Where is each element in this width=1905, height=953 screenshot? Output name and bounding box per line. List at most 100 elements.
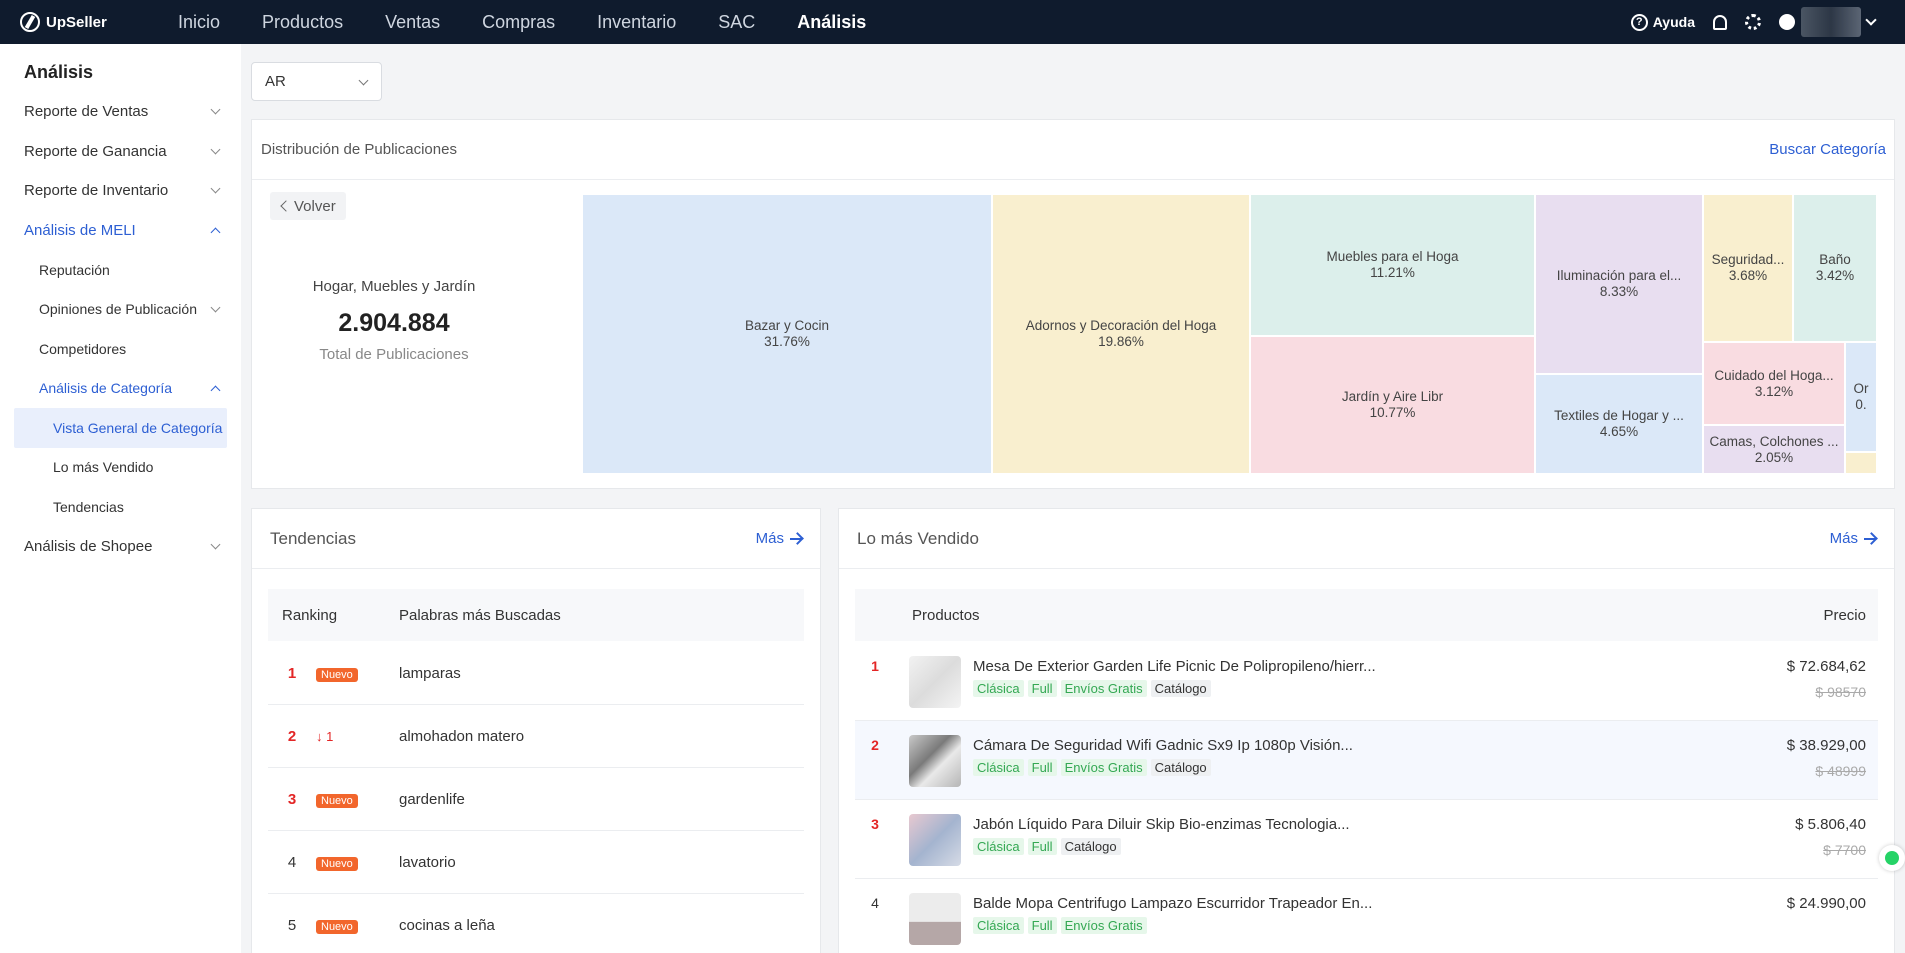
product-thumbnail [909,814,961,866]
gear-icon[interactable] [1745,14,1761,30]
sidebar-item-label: Reporte de Ganancia [24,142,167,160]
best-sellers-card: Lo más Vendido Más Productos Precio 1 Me… [838,508,1895,953]
table-row[interactable]: 5 Nuevo cocinas a leña [268,894,804,953]
back-button[interactable]: Volver [270,192,346,220]
summary-total: 2.904.884 [338,309,450,337]
rank-change: Nuevo [316,791,399,808]
product-old-price: $ 7700 [1823,842,1866,858]
user-icon [1779,14,1795,30]
tile-pct: 4.65% [1599,424,1639,439]
user-menu[interactable] [1779,7,1877,37]
rank-change: Nuevo [316,854,399,871]
product-name[interactable]: Balde Mopa Centrifugo Lampazo Escurridor… [973,895,1372,912]
user-name-blurred [1801,7,1861,37]
help-icon: ? [1630,13,1648,31]
topbar-actions: ? Ayuda [1630,0,1877,44]
table-row[interactable]: 4 Nuevo lavatorio [268,831,804,894]
product-name[interactable]: Jabón Líquido Para Diluir Skip Bio-enzim… [973,816,1350,833]
sidebar-item-label: Lo más Vendido [53,459,154,476]
product-name[interactable]: Mesa De Exterior Garden Life Picnic De P… [973,658,1376,675]
product-thumbnail [909,735,961,787]
treemap-tile[interactable]: Baño 3.42% [1793,194,1877,342]
sidebar-item-analisis-meli[interactable]: Análisis de MELI [0,211,241,251]
sidebar-item-tendencias[interactable]: Tendencias [0,487,241,527]
search-category-link[interactable]: Buscar Categoría [1769,141,1886,158]
keyword: lamparas [399,664,461,682]
treemap-tile[interactable]: Bazar y Cocin 31.76% [582,194,992,474]
trends-header: Tendencias Más [252,509,820,569]
tag-envios-gratis: Envíos Gratis [1060,759,1147,776]
sidebar-item-reputacion[interactable]: Reputación [0,250,241,290]
rank-number: 2 [287,727,297,745]
tag-envios-gratis: Envíos Gratis [1060,680,1147,697]
trends-more-link[interactable]: Más [756,530,802,547]
tile-pct: 3.42% [1815,268,1855,283]
new-badge: Nuevo [316,919,358,934]
treemap-tile[interactable]: Jardín y Aire Libr 10.77% [1250,336,1535,474]
sidebar-item-reporte-ventas[interactable]: Reporte de Ventas [0,92,241,132]
tile-name: Baño [1819,252,1851,267]
chevron-down-icon [210,144,221,154]
tile-pct: 3.68% [1728,268,1768,283]
chevron-down-icon [210,302,221,312]
best-sellers-more-link[interactable]: Más [1830,530,1876,547]
sidebar-item-opiniones[interactable]: Opiniones de Publicación [0,290,241,330]
keyword: lavatorio [399,853,456,871]
sidebar-item-analisis-shopee[interactable]: Análisis de Shopee [0,527,241,567]
nav-productos[interactable]: Productos [262,12,343,33]
keyword: cocinas a leña [399,916,495,934]
treemap-tile[interactable]: Cuidado del Hoga... 3.12% [1703,342,1845,425]
keyword: gardenlife [399,790,465,808]
table-row[interactable]: 2 ↓ 1 almohadon matero [268,705,804,768]
sidebar-item-vista-general[interactable]: Vista General de Categoría [14,408,227,448]
nav-analisis[interactable]: Análisis [797,12,866,33]
sidebar-item-competidores[interactable]: Competidores [0,329,241,369]
country-select[interactable]: AR [251,62,382,101]
treemap-tile[interactable]: Or 0. [1845,342,1877,452]
help-button[interactable]: ? Ayuda [1630,13,1695,31]
col-products: Productos [912,606,980,624]
nav-compras[interactable]: Compras [482,12,555,33]
nav-inicio[interactable]: Inicio [178,12,220,33]
sidebar-item-analisis-categoria[interactable]: Análisis de Categoría [0,369,241,409]
treemap-tile[interactable]: Camas, Colchones ... 2.05% [1703,425,1845,474]
product-row[interactable]: 1 Mesa De Exterior Garden Life Picnic De… [855,642,1878,721]
tile-name: Cuidado del Hoga... [1714,367,1834,383]
tag-full: Full [1027,838,1057,855]
chevron-down-icon [358,75,369,86]
whatsapp-chat-button[interactable] [1879,845,1905,871]
product-row[interactable]: 3 Jabón Líquido Para Diluir Skip Bio-enz… [855,800,1878,879]
table-row[interactable]: 1 Nuevo lamparas [268,642,804,705]
tag-catalogo: Catálogo [1060,838,1121,855]
nav-inventario[interactable]: Inventario [597,12,676,33]
new-badge: Nuevo [316,856,358,871]
table-row[interactable]: 3 Nuevo gardenlife [268,768,804,831]
treemap-tile[interactable] [1845,452,1877,474]
tile-name: Textiles de Hogar y ... [1554,408,1684,423]
treemap-tile[interactable]: Seguridad... 3.68% [1703,194,1793,342]
treemap-tile[interactable]: Textiles de Hogar y ... 4.65% [1535,374,1703,474]
rank-number: 1 [871,658,879,674]
bell-icon[interactable] [1713,14,1727,30]
keyword: almohadon matero [399,727,525,745]
product-row[interactable]: 2 Cámara De Seguridad Wifi Gadnic Sx9 Ip… [855,721,1878,800]
treemap-tile[interactable]: Adornos y Decoración del Hoga 19.86% [992,194,1250,474]
sidebar-item-lo-mas-vendido[interactable]: Lo más Vendido [0,448,241,488]
treemap-tile[interactable]: Muebles para el Hoga 11.21% [1250,194,1535,336]
nav-ventas[interactable]: Ventas [385,12,440,33]
trends-title: Tendencias [270,528,357,548]
tag-clasica: Clásica [973,759,1024,776]
nav-sac[interactable]: SAC [718,12,755,33]
product-name[interactable]: Cámara De Seguridad Wifi Gadnic Sx9 Ip 1… [973,737,1353,754]
treemap-tile[interactable]: Iluminación para el... 8.33% [1535,194,1703,374]
product-price: $ 5.806,40 [1795,816,1866,833]
product-row[interactable]: 4 Balde Mopa Centrifugo Lampazo Escurrid… [855,879,1878,953]
upseller-logo[interactable]: UpSeller [20,12,140,32]
best-sellers-title: Lo más Vendido [857,528,979,548]
tile-pct: 3.12% [1754,383,1794,399]
products-table-header: Productos Precio [855,589,1878,641]
help-label: Ayuda [1652,14,1695,30]
summary-category: Hogar, Muebles y Jardín [312,278,476,295]
sidebar-item-reporte-inventario[interactable]: Reporte de Inventario [0,171,241,211]
sidebar-item-reporte-ganancia[interactable]: Reporte de Ganancia [0,132,241,172]
